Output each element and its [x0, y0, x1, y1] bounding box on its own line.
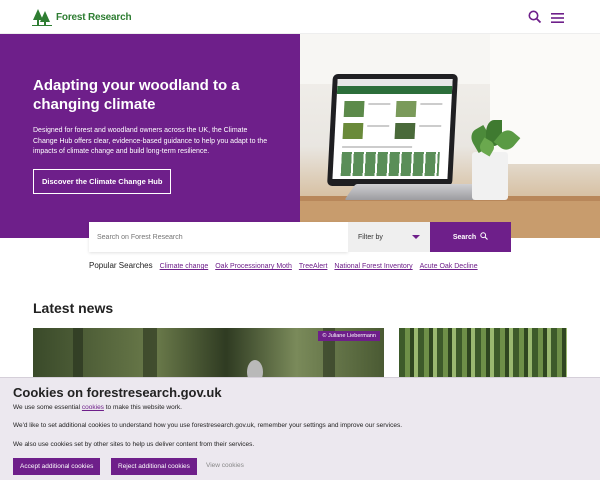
- site-logo[interactable]: Forest Research: [32, 8, 132, 26]
- popular-searches-label: Popular Searches: [89, 261, 153, 270]
- popular-link-oak-processionary-moth[interactable]: Oak Processionary Moth: [215, 263, 292, 270]
- popular-link-climate-change[interactable]: Climate change: [160, 263, 209, 270]
- cookies-link[interactable]: cookies: [82, 404, 104, 411]
- search-input[interactable]: [89, 222, 348, 252]
- search-button-label: Search: [452, 233, 477, 241]
- hero-banner: Adapting your woodland to a changing cli…: [0, 34, 600, 238]
- cookie-third-party-text: We also use cookies set by other sites t…: [13, 441, 255, 448]
- cookie-banner: Cookies on forestresearch.gov.uk We use …: [0, 377, 600, 480]
- laptop-screen-content: [332, 79, 453, 179]
- news-card-main-image[interactable]: © Juliane Liebermann: [33, 328, 384, 380]
- popular-link-acute-oak-decline[interactable]: Acute Oak Decline: [420, 263, 478, 270]
- news-card-side-image[interactable]: [399, 328, 567, 380]
- latest-news-heading: Latest news: [33, 300, 114, 316]
- search-icon: [480, 232, 489, 242]
- hero-title: Adapting your woodland to a changing cli…: [33, 77, 240, 113]
- popular-link-treealert[interactable]: TreeAlert: [299, 263, 328, 270]
- cookie-additional-text: We'd like to set additional cookies to u…: [13, 422, 403, 429]
- hamburger-menu-icon[interactable]: [551, 11, 564, 23]
- tree-logo-icon: [32, 8, 52, 26]
- image-credit: © Juliane Liebermann: [318, 331, 380, 341]
- discover-hub-button[interactable]: Discover the Climate Change Hub: [33, 169, 172, 194]
- view-cookies-link[interactable]: View cookies: [206, 462, 244, 469]
- hero-description: Designed for forest and woodland owners …: [33, 127, 268, 155]
- cookie-essential-text-end: to make this website work.: [103, 404, 182, 411]
- reject-cookies-button[interactable]: Reject additional cookies: [111, 458, 197, 475]
- popular-searches: Popular Searches Climate change Oak Proc…: [89, 261, 478, 270]
- hero-image: [300, 34, 600, 238]
- search-button[interactable]: Search: [430, 222, 511, 252]
- chevron-down-icon: [412, 235, 420, 239]
- laptop-screen: [327, 74, 458, 186]
- hero-text-panel: Adapting your woodland to a changing cli…: [0, 34, 300, 238]
- accept-cookies-button[interactable]: Accept additional cookies: [13, 458, 101, 475]
- logo-text: Forest Research: [56, 11, 132, 23]
- popular-link-national-forest-inventory[interactable]: National Forest Inventory: [334, 263, 412, 270]
- filter-label: Filter by: [358, 233, 383, 241]
- cookie-essential-text: We use some essential cookies to make th…: [13, 404, 182, 411]
- search-icon[interactable]: [528, 10, 542, 24]
- cookie-banner-title: Cookies on forestresearch.gov.uk: [13, 385, 222, 400]
- site-header: Forest Research: [0, 0, 600, 34]
- plant-pot: [472, 152, 508, 200]
- filter-by-dropdown[interactable]: Filter by: [348, 222, 430, 252]
- cookie-essential-text-start: We use some essential: [13, 404, 82, 411]
- site-search-bar: Filter by Search: [89, 222, 511, 252]
